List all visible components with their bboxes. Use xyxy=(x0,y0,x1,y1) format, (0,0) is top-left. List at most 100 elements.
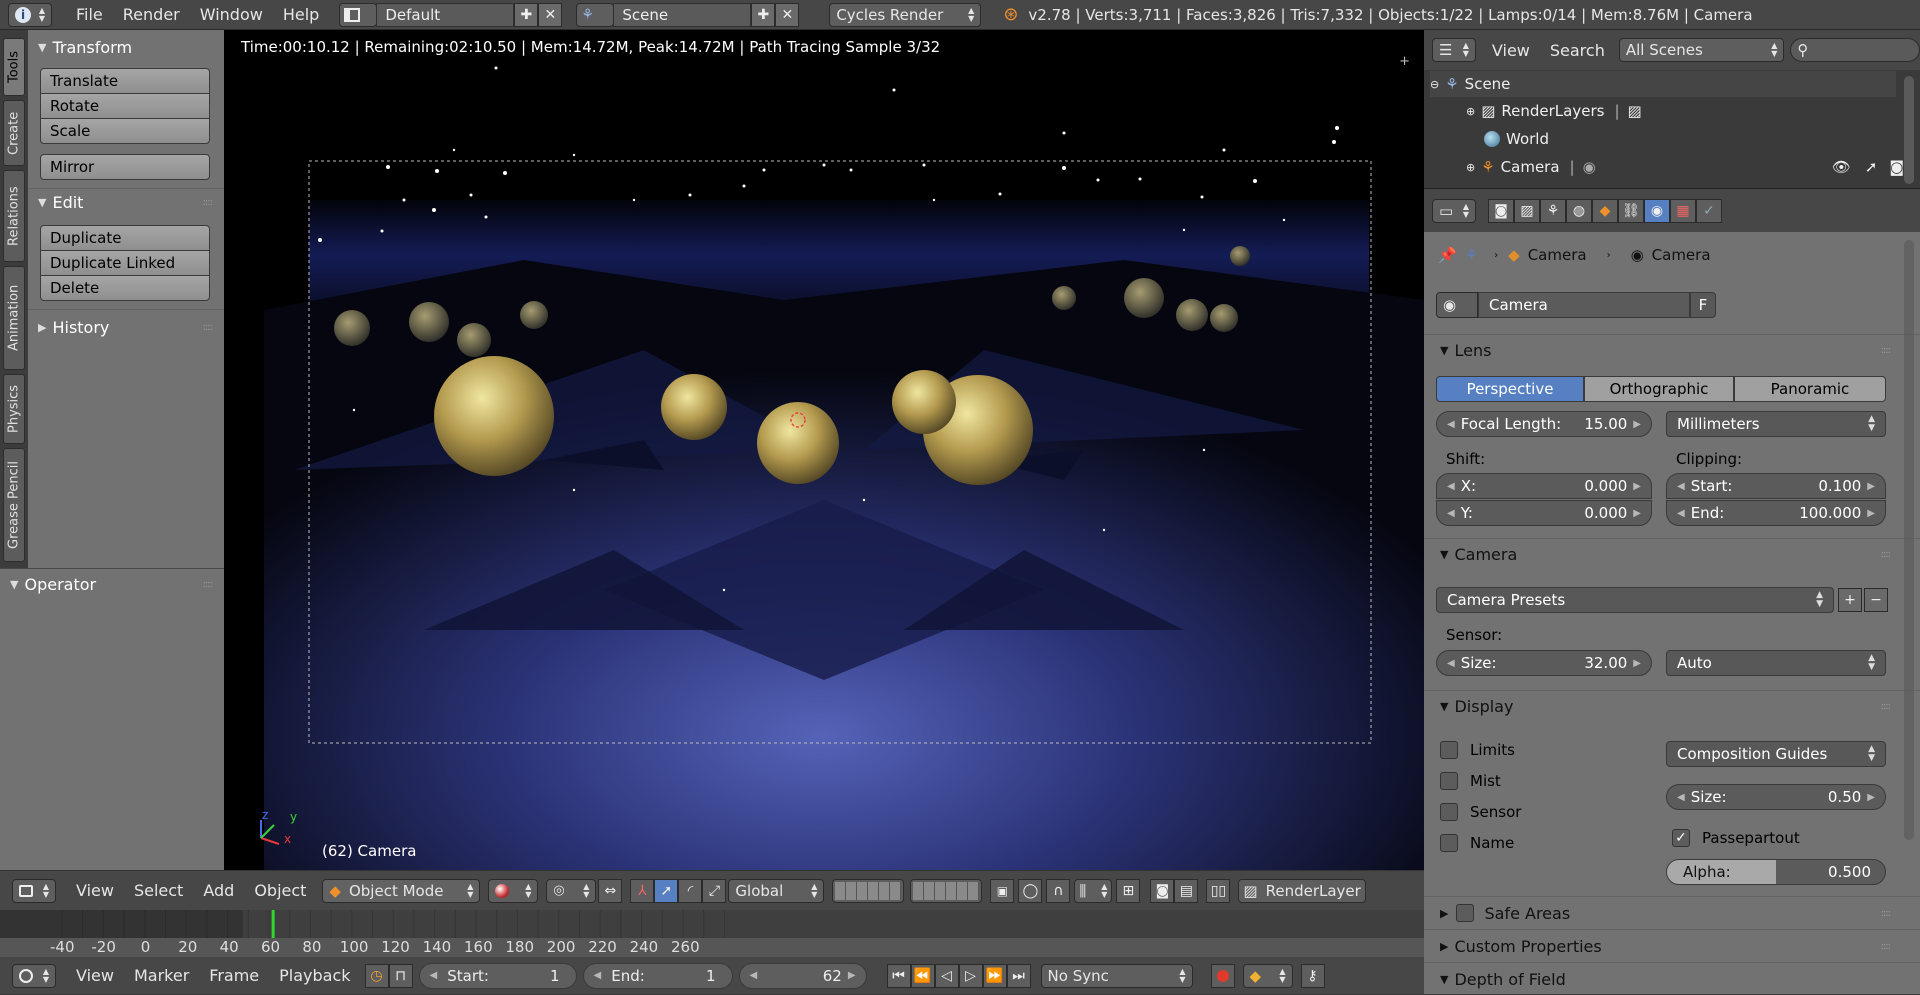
drag-grip-icon[interactable]: :::: xyxy=(203,322,214,333)
passepartout-alpha-slider[interactable]: Alpha: 0.500 xyxy=(1666,859,1886,885)
browse-camera-data[interactable]: ◉ xyxy=(1436,292,1478,318)
texture-context-icon[interactable]: ▦ xyxy=(1670,198,1696,223)
menu-view[interactable]: View xyxy=(66,876,124,906)
composition-guides-dropdown[interactable]: Composition Guides ▲ ▼ xyxy=(1666,741,1886,767)
outliner-scrollbar[interactable] xyxy=(1904,76,1914,184)
add-layout-icon[interactable]: ✚ xyxy=(514,2,539,27)
scene-context-icon[interactable]: ⚘ xyxy=(1540,198,1566,223)
sensor-checkbox[interactable]: Sensor xyxy=(1440,803,1521,821)
camera-panel-header[interactable]: ▼ Camera :::: xyxy=(1424,539,1920,569)
clip-start-field[interactable]: ◀ Start: 0.100 ▶ xyxy=(1666,473,1886,499)
lens-type-perspective[interactable]: Perspective xyxy=(1436,376,1584,402)
passepartout-checkbox[interactable]: ✓ Passepartout xyxy=(1672,829,1800,847)
shift-x-field[interactable]: ◀ X: 0.000 ▶ xyxy=(1436,473,1652,499)
safe-areas-panel-header[interactable]: ▶ Safe Areas :::: xyxy=(1424,897,1920,929)
insert-keyframe-button[interactable]: ⚷ xyxy=(1300,963,1325,988)
tab-tools[interactable]: Tools xyxy=(3,38,25,96)
lock-range-toggle[interactable]: ⊓ xyxy=(388,963,413,988)
pin-icon[interactable]: 📌 xyxy=(1438,246,1457,264)
menu-window[interactable]: Window xyxy=(190,0,273,30)
drag-grip-icon[interactable]: :::: xyxy=(1881,941,1892,952)
scale-manipulator[interactable]: ⤢ xyxy=(702,878,727,903)
display-mode-dropdown[interactable]: All Scenes ▲ ▼ xyxy=(1618,38,1785,62)
remove-preset-icon[interactable]: − xyxy=(1864,588,1888,612)
physics-context-icon[interactable]: ✓ xyxy=(1696,198,1722,223)
screen-layout-browse[interactable] xyxy=(339,2,378,27)
editor-type-button[interactable]: ☰ ▲ ▼ xyxy=(1432,38,1476,62)
edit-panel-header[interactable]: ▼ Edit :::: xyxy=(28,189,224,215)
editor-type-button[interactable]: i ▲ ▼ xyxy=(8,2,52,27)
limits-checkbox[interactable]: Limits xyxy=(1440,741,1515,759)
menu-view[interactable]: View xyxy=(1482,35,1540,65)
increment-arrow-icon[interactable]: ▶ xyxy=(1633,658,1641,669)
editor-type-button[interactable]: ▲ ▼ xyxy=(12,878,56,903)
increment-arrow-icon[interactable]: ▶ xyxy=(848,970,856,981)
render-layers-context-icon[interactable]: ▨ xyxy=(1514,198,1540,223)
scale-button[interactable]: Scale xyxy=(40,118,210,144)
translate-manipulator-active[interactable]: ➚ xyxy=(654,878,679,903)
clip-end-field[interactable]: ◀ End: 100.000 ▶ xyxy=(1666,500,1886,526)
screen-layout-field[interactable]: Default xyxy=(376,2,515,27)
collapse-icon[interactable]: ⊖ xyxy=(1430,78,1439,91)
visibility-eye-icon[interactable]: 👁 xyxy=(1832,158,1851,176)
render-region-button[interactable]: ⊞ xyxy=(1116,878,1141,903)
mist-checkbox[interactable]: Mist xyxy=(1440,772,1501,790)
add-preset-icon[interactable]: + xyxy=(1838,588,1862,612)
lens-type-orthographic[interactable]: Orthographic xyxy=(1584,376,1734,402)
proportional-edit[interactable]: ◯ xyxy=(1018,878,1043,903)
duplicate-linked-button[interactable]: Duplicate Linked xyxy=(40,250,210,276)
lens-type-panoramic[interactable]: Panoramic xyxy=(1734,376,1886,402)
add-scene-icon[interactable]: ✚ xyxy=(751,2,776,27)
pivot-dropdown[interactable]: ◎ ▲ ▼ xyxy=(546,878,597,903)
menu-view[interactable]: View xyxy=(66,961,124,991)
history-panel-header[interactable]: ▶ History :::: xyxy=(28,314,224,340)
translate-button[interactable]: Translate xyxy=(40,68,210,94)
camera-presets-dropdown[interactable]: Camera Presets ▲ ▼ xyxy=(1436,587,1834,613)
3d-viewport[interactable]: Time:00:10.12 | Remaining:02:10.50 | Mem… xyxy=(224,30,1424,870)
world-context-icon[interactable]: ◍ xyxy=(1566,198,1592,223)
duplicate-button[interactable]: Duplicate xyxy=(40,225,210,251)
safe-areas-checkbox[interactable] xyxy=(1456,904,1475,922)
focal-length-field[interactable]: ◀ Focal Length: 15.00 ▶ xyxy=(1436,411,1652,437)
increment-arrow-icon[interactable]: ▶ xyxy=(1867,792,1875,803)
custom-properties-panel-header[interactable]: ▶ Custom Properties :::: xyxy=(1424,930,1920,962)
shading-dropdown[interactable]: ▲ ▼ xyxy=(488,878,539,903)
decrement-arrow-icon[interactable]: ◀ xyxy=(1677,792,1685,803)
rotate-button[interactable]: Rotate xyxy=(40,93,210,119)
lens-unit-dropdown[interactable]: Millimeters ▲ ▼ xyxy=(1666,411,1886,437)
decrement-arrow-icon[interactable]: ◀ xyxy=(594,970,602,981)
menu-render[interactable]: Render xyxy=(113,0,190,30)
tab-grease-pencil[interactable]: Grease Pencil xyxy=(3,448,25,562)
sync-dropdown[interactable]: No Sync ▲ ▼ xyxy=(1040,963,1193,988)
translate-manipulator[interactable]: ⅄ xyxy=(630,878,655,903)
expand-icon[interactable]: ⊕ xyxy=(1466,105,1475,118)
current-frame-field[interactable]: ◀ 62 ▶ xyxy=(738,962,867,989)
render-camera-icon[interactable]: ◙ xyxy=(1889,158,1904,176)
drag-grip-icon[interactable]: :::: xyxy=(1881,701,1892,712)
sensor-fit-dropdown[interactable]: Auto ▲ ▼ xyxy=(1666,650,1886,676)
drag-grip-icon[interactable]: :::: xyxy=(203,197,214,208)
transform-panel-header[interactable]: ▼ Transform xyxy=(28,34,224,60)
scene-field[interactable]: Scene xyxy=(613,2,752,27)
menu-object[interactable]: Object xyxy=(244,876,316,906)
tab-physics[interactable]: Physics xyxy=(3,374,25,444)
lens-panel-header[interactable]: ▼ Lens :::: xyxy=(1424,335,1920,365)
display-panel-header[interactable]: ▼ Display :::: xyxy=(1424,691,1920,721)
editor-type-button[interactable]: ▭ ▲ ▼ xyxy=(1432,198,1476,223)
menu-search[interactable]: Search xyxy=(1540,35,1615,65)
fake-user-toggle[interactable]: F xyxy=(1690,292,1716,318)
delete-button[interactable]: Delete xyxy=(40,275,210,301)
operator-panel-header[interactable]: ▼ Operator :::: xyxy=(0,571,224,597)
name-checkbox[interactable]: Name xyxy=(1440,834,1514,852)
rotate-manipulator[interactable]: ◜ xyxy=(678,878,703,903)
decrement-arrow-icon[interactable]: ◀ xyxy=(1447,481,1455,492)
jump-keyframe-back-icon[interactable]: ⏪ xyxy=(910,963,935,988)
camera-data-name-field[interactable]: Camera xyxy=(1478,292,1690,318)
menu-playback[interactable]: Playback xyxy=(269,961,360,991)
increment-arrow-icon[interactable]: ▶ xyxy=(1633,419,1641,430)
menu-file[interactable]: File xyxy=(66,0,113,30)
manipulator-toggle[interactable]: ⇔ xyxy=(598,878,623,903)
decrement-arrow-icon[interactable]: ◀ xyxy=(430,970,438,981)
menu-help[interactable]: Help xyxy=(273,0,329,30)
decrement-arrow-icon[interactable]: ◀ xyxy=(1447,419,1455,430)
